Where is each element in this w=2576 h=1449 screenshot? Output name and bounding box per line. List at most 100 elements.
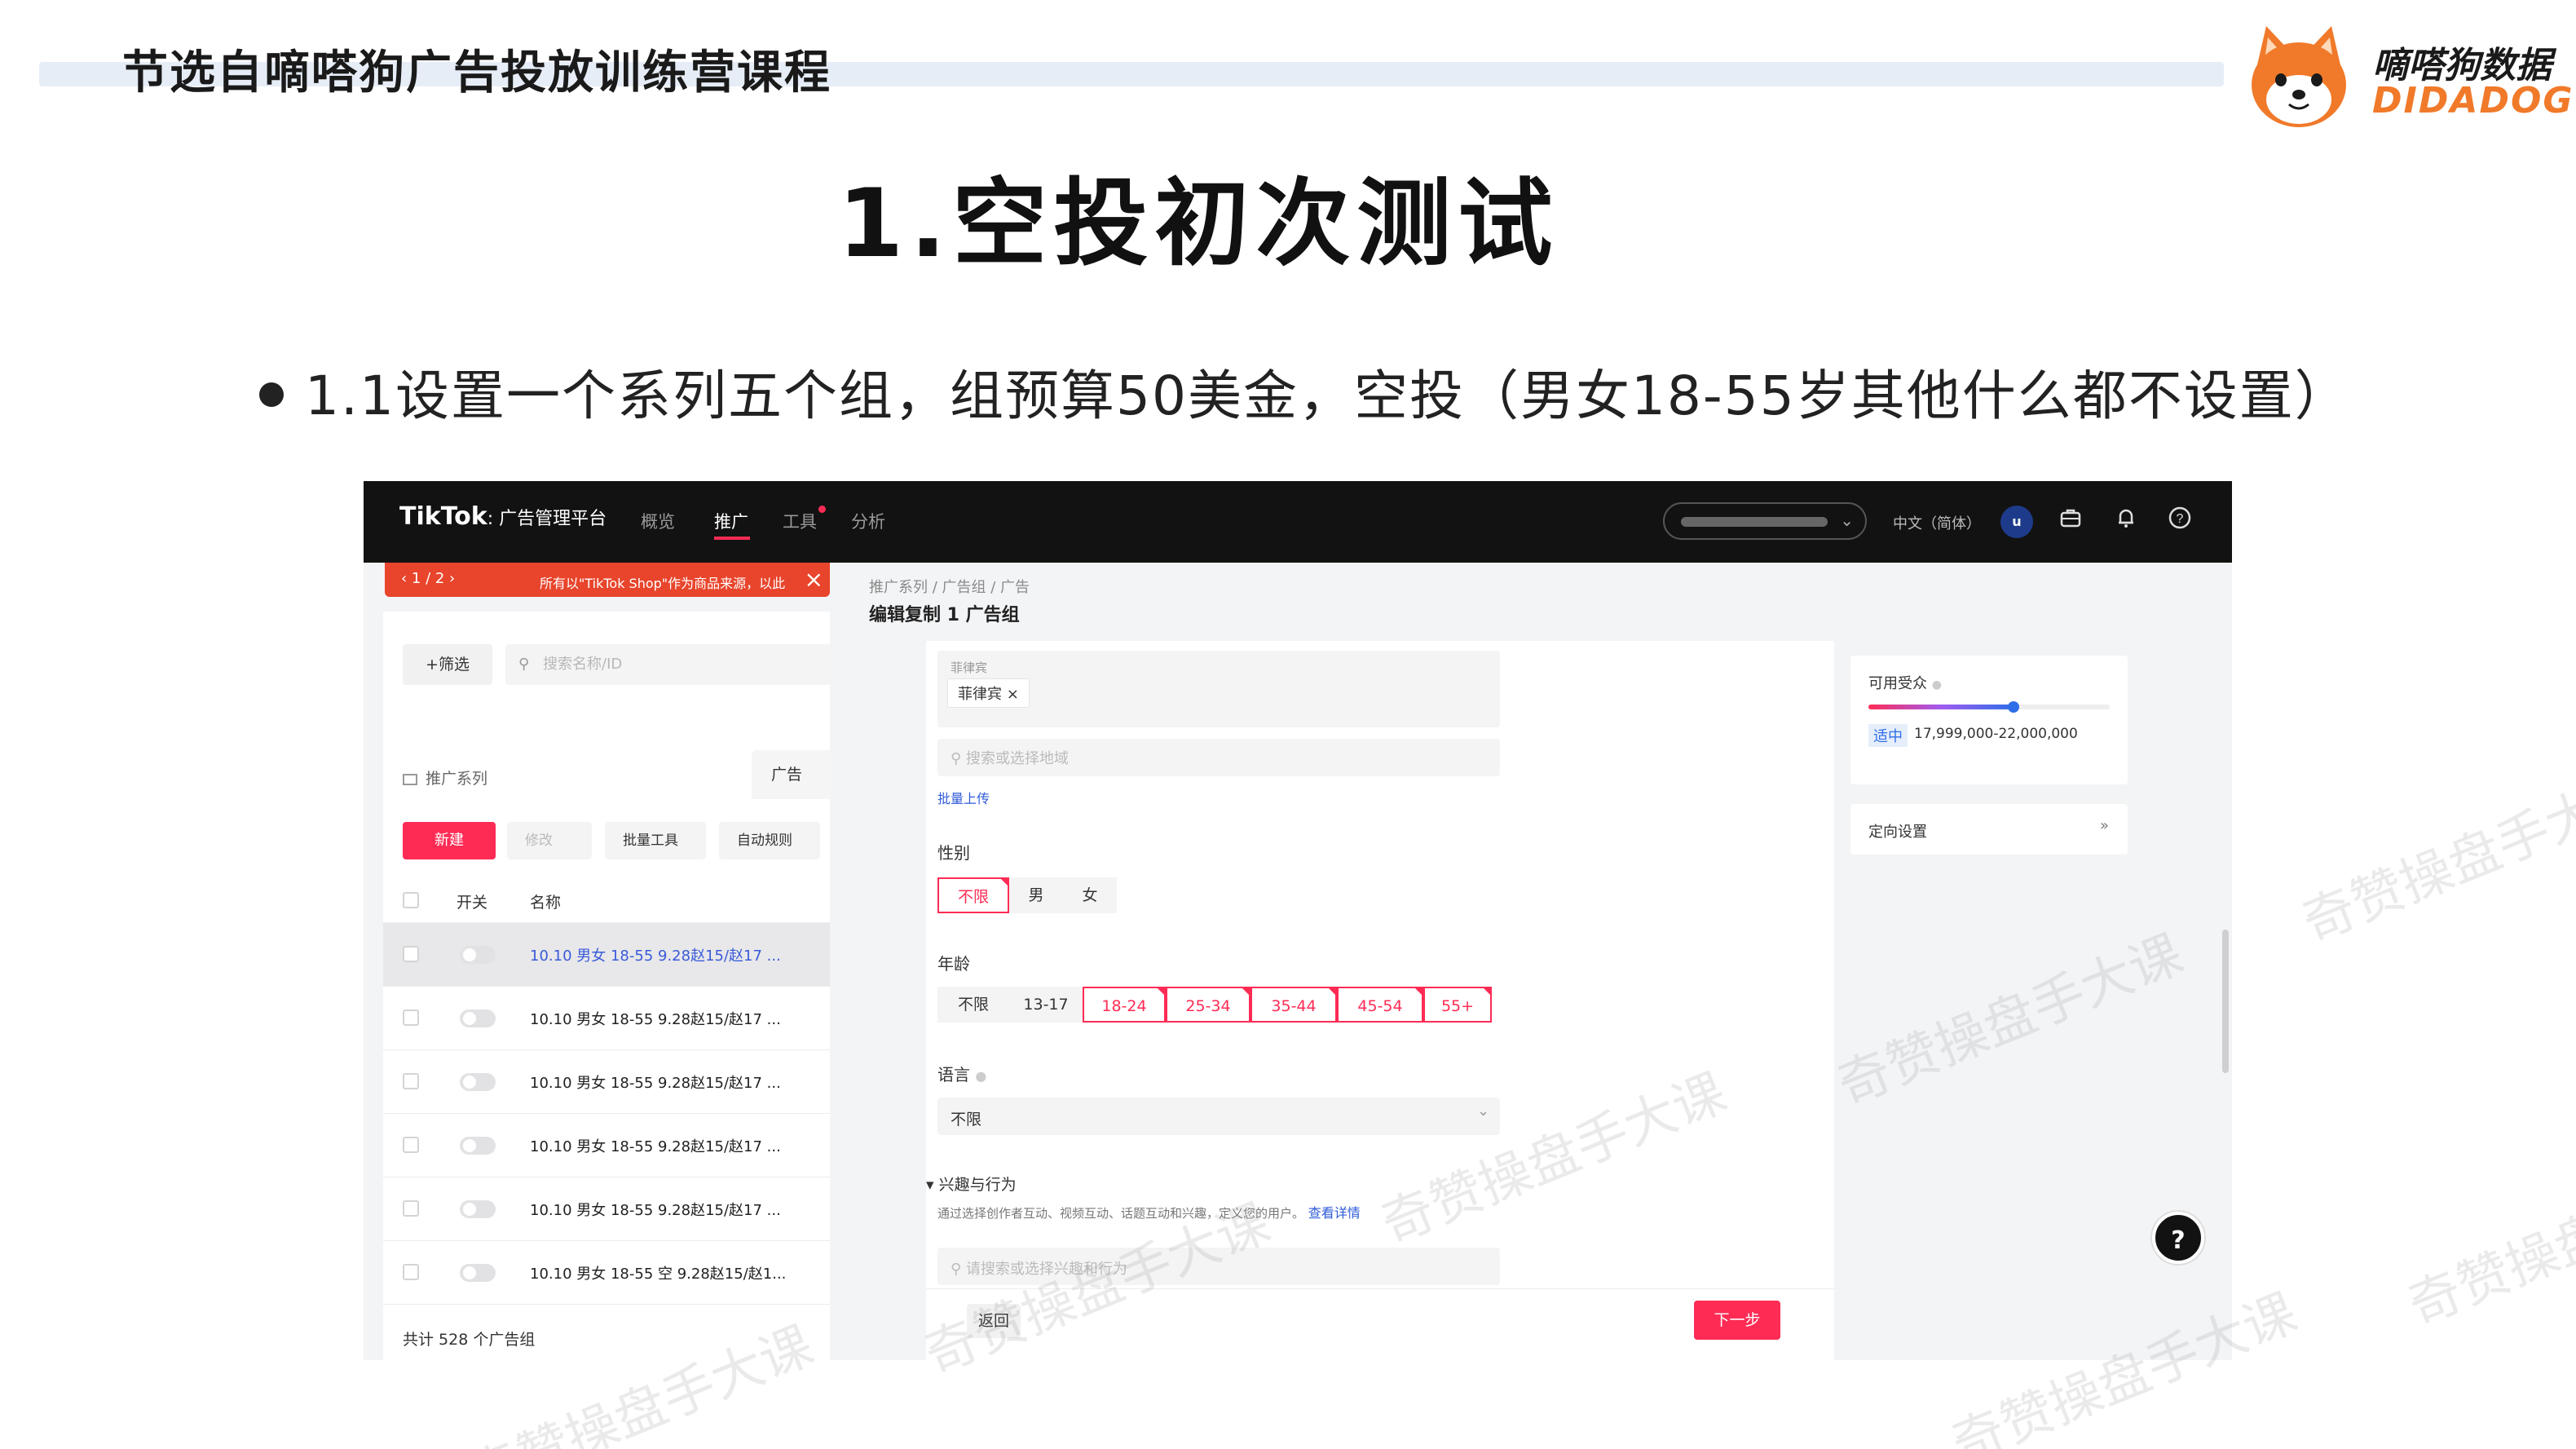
status-toggle[interactable]: [460, 1200, 496, 1218]
row-checkbox[interactable]: [403, 1009, 419, 1026]
table-row[interactable]: 10.10 男女 18-55 9.28赵15/赵17 ...: [383, 1114, 830, 1177]
interest-desc-text: 通过选择创作者互动、视频互动、话题互动和兴趣，定义您的用户。: [937, 1206, 1305, 1221]
language-label: 语言 ●: [937, 1062, 986, 1085]
nav-analytics[interactable]: 分析: [851, 509, 885, 533]
age-option-18-24[interactable]: 18-24: [1083, 987, 1166, 1023]
age-option-25-34[interactable]: 25-34: [1166, 987, 1251, 1023]
avatar[interactable]: u: [2000, 506, 2033, 538]
status-toggle[interactable]: [460, 1009, 496, 1027]
shiba-dog-icon: [2252, 26, 2346, 127]
course-title: 节选自嘀嗒狗广告投放训练营课程: [122, 46, 831, 99]
search-input[interactable]: ⚲ 搜索名称/ID: [505, 644, 831, 685]
tiktok-brand[interactable]: TikTok: 广告管理平台: [399, 502, 607, 531]
select-all-checkbox[interactable]: [403, 892, 419, 908]
audience-label-text: 可用受众: [1868, 675, 1927, 692]
age-label: 年龄: [937, 954, 970, 974]
row-checkbox[interactable]: [403, 1200, 419, 1217]
age-option-55-plus[interactable]: 55+: [1423, 987, 1492, 1023]
row-checkbox[interactable]: [403, 946, 419, 962]
main-title: 1.空投初次测试: [837, 169, 1559, 279]
gender-option-any[interactable]: 不限: [937, 877, 1009, 913]
tiktok-ads-screenshot: TikTok: 广告管理平台 概览 推广 工具 分析 ⌄ 中文（简体） u ?: [364, 481, 2232, 1360]
table-row[interactable]: 10.10 男女 18-55 9.28赵15/赵17 ...: [383, 987, 830, 1050]
svg-text:?: ?: [2177, 512, 2184, 526]
auto-rules-button[interactable]: 自动规则: [719, 822, 820, 859]
status-toggle[interactable]: [460, 1073, 496, 1091]
scrollbar[interactable]: [2222, 930, 2229, 1073]
row-checkbox[interactable]: [403, 1073, 419, 1089]
ad-group-list-panel: ‹ 1 / 2 › 所有以"TikTok Shop"作为商品来源，以此 × +筛…: [364, 563, 831, 1360]
back-button[interactable]: 返回: [967, 1304, 1021, 1338]
help-button[interactable]: ?: [2152, 1212, 2204, 1264]
next-button[interactable]: 下一步: [1694, 1301, 1780, 1340]
breadcrumb[interactable]: 推广系列 / 广告组 / 广告: [869, 576, 1030, 597]
tab-ads[interactable]: 广告: [752, 750, 830, 799]
targeting-settings-card[interactable]: 定向设置 »: [1850, 804, 2128, 855]
row-name-link[interactable]: 10.10 男女 18-55 9.28赵15/赵17 ...: [530, 1135, 781, 1156]
language-value: 不限: [951, 1111, 982, 1129]
audience-value: 17,999,000-22,000,000: [1914, 726, 2078, 742]
row-name-link[interactable]: 10.10 男女 18-55 9.28赵15/赵17 ...: [530, 1071, 781, 1093]
brand-subtitle: : 广告管理平台: [487, 509, 607, 529]
table-header: 开关 名称: [383, 879, 830, 923]
col-switch: 开关: [457, 894, 488, 912]
row-name-link[interactable]: 10.10 男女 18-55 空 9.28赵15/赵1...: [530, 1262, 786, 1283]
bulk-tools-button[interactable]: 批量工具: [605, 822, 706, 859]
watermark: 奇赞操盘手大课: [2294, 761, 2576, 954]
nav-tools[interactable]: 工具: [783, 509, 817, 533]
bullet-text: 1.1设置一个系列五个组，组预算50美金，空投（男女18-55岁其他什么都不设置…: [305, 364, 2350, 427]
help-circle-icon[interactable]: ?: [2164, 506, 2196, 538]
notification-dot: [818, 506, 826, 513]
audience-meter-fill: [1868, 705, 2014, 709]
nav-promote[interactable]: 推广: [714, 509, 748, 533]
age-option-13-17[interactable]: 13-17: [1009, 987, 1083, 1023]
search-icon: ⚲: [951, 1261, 966, 1278]
close-icon[interactable]: ×: [805, 566, 823, 593]
brand-name: TikTok: [399, 502, 487, 531]
bulk-upload-link[interactable]: 批量上传: [937, 788, 990, 807]
interest-section-toggle[interactable]: ▾ 兴趣与行为: [926, 1173, 1017, 1195]
audience-size-card: 可用受众 ● 适中 17,999,000-22,000,000: [1850, 656, 2128, 784]
campaign-breadcrumb[interactable]: 推广系列: [403, 766, 487, 789]
account-selector[interactable]: ⌄: [1663, 502, 1867, 540]
table-row[interactable]: 10.10 男女 18-55 空 9.28赵15/赵1...: [383, 1241, 830, 1305]
location-tag[interactable]: 菲律宾 ×: [947, 678, 1030, 708]
row-name-link[interactable]: 10.10 男女 18-55 9.28赵15/赵17 ...: [530, 1008, 781, 1029]
age-option-35-44[interactable]: 35-44: [1251, 987, 1337, 1023]
bullet-point: 1.1设置一个系列五个组，组预算50美金，空投（男女18-55岁其他什么都不设置…: [259, 352, 2350, 431]
audience-meter: [1868, 701, 2110, 713]
filter-button[interactable]: +筛选: [403, 644, 492, 685]
search-icon: ⚲: [518, 656, 530, 673]
notice-pager[interactable]: ‹ 1 / 2 ›: [401, 570, 455, 587]
age-option-45-54[interactable]: 45-54: [1337, 987, 1423, 1023]
table-row[interactable]: 10.10 男女 18-55 9.28赵15/赵17 ...: [383, 1050, 830, 1114]
form-action-bar: 返回 下一步: [926, 1288, 1834, 1360]
row-checkbox[interactable]: [403, 1137, 419, 1153]
table-row[interactable]: 10.10 男女 18-55 9.28赵15/赵17 ...: [383, 923, 830, 987]
row-checkbox[interactable]: [403, 1264, 419, 1280]
briefcase-icon[interactable]: [2054, 506, 2087, 538]
status-toggle[interactable]: [460, 1264, 496, 1282]
location-label: 菲律宾: [951, 660, 988, 675]
row-name-link[interactable]: 10.10 男女 18-55 9.28赵15/赵17 ...: [530, 1199, 781, 1220]
nav-overview[interactable]: 概览: [641, 509, 675, 533]
edit-button[interactable]: 修改: [507, 822, 592, 859]
audience-badge: 适中: [1868, 724, 1908, 747]
age-option-any[interactable]: 不限: [937, 987, 1009, 1023]
gender-option-male[interactable]: 男: [1009, 877, 1063, 913]
ad-group-form: 菲律宾 菲律宾 × ⚲ 搜索或选择地域 批量上传 性别 不限 男 女 年龄 不限…: [926, 641, 1834, 1360]
status-toggle[interactable]: [460, 1137, 496, 1155]
table-row[interactable]: 10.10 男女 18-55 9.28赵15/赵17 ...: [383, 1177, 830, 1241]
gender-option-female[interactable]: 女: [1063, 877, 1117, 913]
language-select[interactable]: [937, 1098, 1500, 1135]
caret-down-icon: ▾: [926, 1176, 939, 1194]
search-placeholder: 搜索名称/ID: [543, 656, 623, 673]
create-button[interactable]: 新建: [403, 822, 496, 859]
view-details-link[interactable]: 查看详情: [1308, 1205, 1361, 1221]
info-icon: ●: [1931, 678, 1942, 691]
row-name-link[interactable]: 10.10 男女 18-55 9.28赵15/赵17 ...: [530, 944, 781, 965]
notice-text: 所有以"TikTok Shop"作为商品来源，以此: [540, 576, 786, 591]
status-toggle[interactable]: [460, 946, 496, 964]
bell-icon[interactable]: [2110, 506, 2142, 538]
language-switch[interactable]: 中文（简体）: [1893, 512, 1981, 533]
